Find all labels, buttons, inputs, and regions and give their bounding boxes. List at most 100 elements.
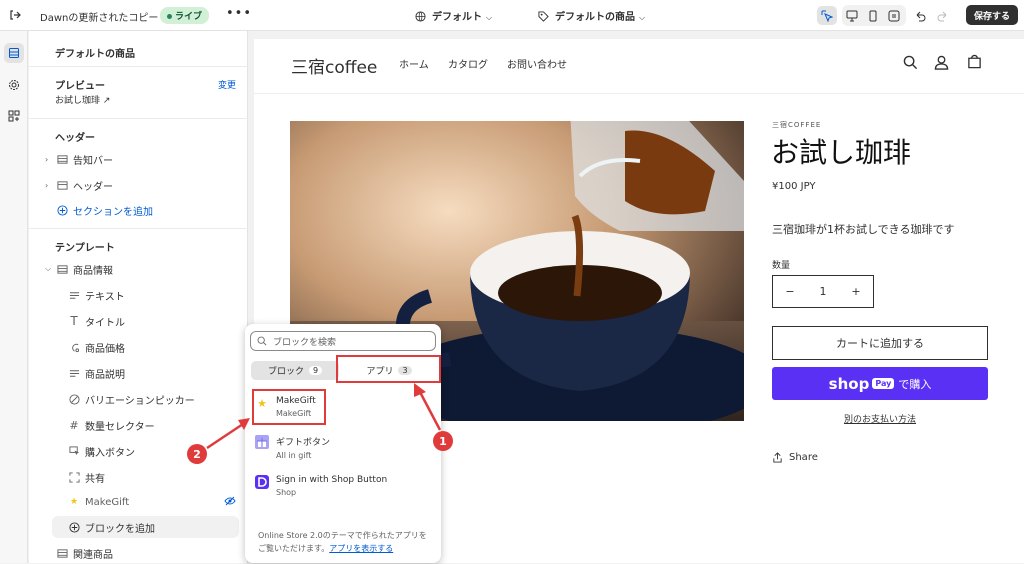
quantity-minus-button[interactable]: − [785,285,794,298]
share-icon [773,452,782,463]
annotation-step-1: 1 [433,431,453,451]
settings-gear-icon[interactable] [4,75,24,95]
hash-icon: # [69,418,79,432]
shop-app-icon [255,475,269,489]
tag-icon [538,11,549,22]
share-frame-icon [67,470,81,484]
preview-change-link[interactable]: 変更 [218,78,236,91]
nav-catalog[interactable]: カタログ [448,56,488,71]
annotation-box-makegift [252,389,326,425]
chevron-right-icon: › [45,154,49,164]
block-variant-picker[interactable]: バリエーションピッカー [29,388,248,410]
block-quantity-selector[interactable]: # 数量セレクター [29,414,248,436]
tab-blocks[interactable]: ブロック 9 [251,361,339,380]
template-selector[interactable]: デフォルト ⌵ [415,8,492,23]
mobile-icon[interactable] [863,6,883,25]
product-title: お試し珈琲 [771,136,912,169]
search-icon [257,336,267,346]
plus-circle-icon [67,520,81,534]
live-dot-icon [167,14,172,19]
price-icon [67,340,81,354]
chevron-down-icon: ⌵ [639,13,646,22]
text-lines-icon [67,366,81,380]
pay-badge: Pay [872,378,895,389]
desktop-icon[interactable] [842,6,862,25]
plus-circle-icon [55,203,69,217]
block-price[interactable]: 商品価格 [29,336,248,358]
redo-icon[interactable] [933,6,953,25]
quantity-plus-button[interactable]: + [851,285,860,298]
nav-contact[interactable]: お問い合わせ [507,56,567,71]
preview-heading: プレビュー [55,81,105,92]
more-actions-button[interactable]: ••• [226,6,252,21]
inspector-icon[interactable] [817,6,837,25]
chevron-right-icon: › [45,180,49,190]
globe-icon [415,11,426,22]
add-section-button[interactable]: セクションを追加 [29,199,248,221]
sidebar-item-header[interactable]: › ヘッダー [29,174,248,196]
section-icon [55,152,69,166]
block-search-input[interactable]: ブロックを検索 [250,331,436,351]
save-button[interactable]: 保存する [966,5,1018,25]
section-icon [55,262,69,276]
fullscreen-icon[interactable] [884,6,904,25]
chevron-down-icon: ⌵ [486,13,493,22]
shop-logo: shop [828,374,870,393]
cursor-click-icon [67,444,81,458]
search-icon[interactable] [903,55,918,73]
header-section-heading: ヘッダー [55,133,95,144]
block-share[interactable]: 共有 [29,466,248,488]
shop-pay-button[interactable]: shop Pay で購入 [772,367,988,400]
viewport-toggle [842,5,906,26]
product-vendor: 三宿COFFEE [772,121,822,129]
top-bar: Dawnの更新されたコピー ライブ ••• デフォルト ⌵ デフォルトの商品 ⌵ 保… [0,0,1024,31]
sidebar-item-product-info[interactable]: ⌵ 商品情報 [29,258,248,280]
sidebar-title: デフォルトの商品 [55,49,135,60]
sidebar-item-related-products[interactable]: 関連商品 [29,542,248,564]
annotation-box-apps-tab [336,355,441,383]
view-apps-link[interactable]: アプリを表示する [329,544,393,553]
undo-icon[interactable] [910,6,930,25]
theme-name: Dawnの更新されたコピー [40,13,159,24]
block-description[interactable]: 商品説明 [29,362,248,384]
chevron-down-icon: ⌵ [45,264,52,273]
store-logo[interactable]: 三宿coffee [291,53,377,78]
text-lines-icon [67,288,81,302]
app-item-gift-button[interactable]: ギフトボタン All in gift [255,435,330,460]
quantity-label: 数量 [772,261,791,271]
product-selector[interactable]: デフォルトの商品 ⌵ [538,8,645,23]
account-icon[interactable] [934,55,949,73]
template-section-heading: テンプレート [55,243,115,254]
preview-item[interactable]: お試し珈琲 ↗ [55,93,110,106]
block-text[interactable]: テキスト [29,284,248,306]
add-to-cart-button[interactable]: カートに追加する [772,326,988,360]
product-price: ¥100 JPY [772,181,816,192]
block-buy-button[interactable]: 購入ボタン [29,440,248,462]
gift-app-icon [255,435,269,449]
apps-icon[interactable] [4,106,24,126]
annotation-step-2: 2 [187,444,207,464]
quantity-stepper: − 1 + [772,275,874,308]
add-block-button[interactable]: ブロックを追加 [52,516,239,538]
cart-icon[interactable] [967,54,982,73]
block-makegift[interactable]: ★ MakeGift [29,491,248,513]
eye-off-icon[interactable] [224,495,236,510]
exit-icon[interactable] [8,8,22,22]
left-rail [0,31,28,563]
header-layout-icon [55,178,69,192]
quantity-value[interactable]: 1 [819,285,826,298]
sidebar-item-announcement-bar[interactable]: › 告知バー [29,148,248,170]
section-icon [55,546,69,560]
sidebar: デフォルトの商品 プレビュー 変更 お試し珈琲 ↗ ヘッダー › 告知バー › ヘッ… [29,31,248,563]
more-payment-options-link[interactable]: 別のお支払い方法 [844,412,916,425]
nav-home[interactable]: ホーム [399,56,429,71]
product-description: 三宿珈琲が1杯お試しできる珈琲です [772,223,955,236]
title-t-icon: T [70,314,78,328]
share-button[interactable]: Share [772,452,818,463]
block-title[interactable]: T タイトル [29,310,248,332]
star-icon: ★ [69,497,79,507]
sections-icon[interactable] [4,43,24,63]
app-item-sign-in-with-shop[interactable]: Sign in with Shop Button Shop [255,475,387,497]
external-link-icon: ↗ [102,96,111,106]
live-badge: ライブ [160,7,210,24]
